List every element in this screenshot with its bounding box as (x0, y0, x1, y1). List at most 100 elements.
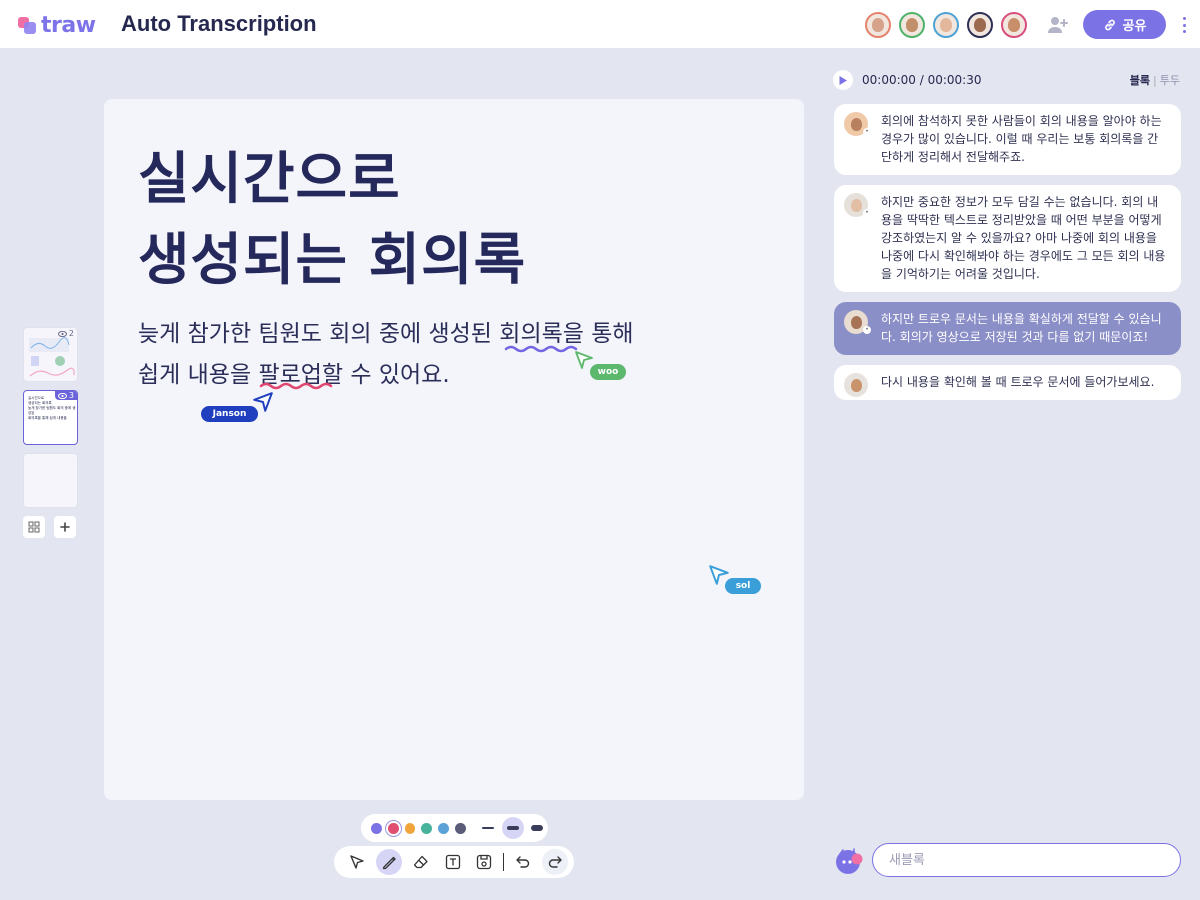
speaker-avatar (844, 373, 868, 397)
avatar-face (850, 315, 862, 329)
participant-avatar[interactable] (967, 12, 993, 38)
share-button[interactable]: 공유 (1083, 10, 1166, 39)
color-swatch-red[interactable] (387, 822, 399, 834)
pen-annotations (259, 345, 578, 390)
purple-squiggle (504, 345, 578, 353)
undo-button[interactable] (510, 849, 536, 875)
plus-icon (60, 522, 70, 532)
undo-icon (516, 856, 530, 868)
eraser-icon (413, 855, 428, 869)
pointer-icon (350, 855, 364, 869)
link-icon (1104, 19, 1115, 30)
stroke-medium-button[interactable] (502, 817, 524, 839)
page-thumbnail-2[interactable]: 실시간으로 생성되는 회의록 늦게 참가한 팀원도 회의 중에 생성된 회의록을… (23, 390, 78, 445)
avatar-face (850, 198, 862, 212)
eye-icon (57, 392, 67, 399)
playback-bar: 00:00:00 / 00:00:30 블록 | 투두 (833, 70, 1180, 90)
thick-stroke-icon (531, 825, 544, 831)
toolbar-divider (503, 853, 505, 871)
play-icon (839, 75, 847, 85)
view-count: 3 (68, 391, 74, 400)
grid-icon (28, 521, 40, 533)
transcript-block[interactable]: • 하지만 중요한 정보가 모두 담길 수는 없습니다. 회의 내용을 딱딱한 텍… (834, 185, 1181, 292)
assistant-bot-icon[interactable] (834, 846, 864, 876)
drawing-toolbar (334, 846, 574, 878)
medium-stroke-icon (506, 826, 519, 830)
stroke-thin-button[interactable] (478, 817, 500, 839)
new-block-input[interactable] (872, 843, 1181, 877)
view-todo-tab[interactable]: 투두 (1160, 74, 1180, 87)
avatar-face (1008, 18, 1020, 32)
new-block-bar (834, 843, 1181, 878)
avatar-face (940, 18, 952, 32)
add-page-button[interactable] (54, 516, 76, 538)
view-toggle: 블록 | 투두 (1129, 74, 1180, 87)
stroke-thick-button[interactable] (527, 817, 549, 839)
transcript-text: 다시 내용을 확인해 볼 때 트로우 문서에 들어가보세요. (881, 375, 1155, 389)
speaker-avatar: • (844, 112, 871, 136)
transcript-text: 하지만 중요한 정보가 모두 담길 수는 없습니다. 회의 내용을 딱딱한 텍스… (881, 195, 1166, 281)
pen-tool-button[interactable] (375, 849, 402, 875)
top-bar: traw Auto Transcription 공유 (0, 0, 1200, 49)
cursor-label-woo: woo (590, 364, 626, 380)
speaker-audio-icon: • (863, 326, 871, 334)
text-icon (445, 854, 460, 870)
color-swatch-teal[interactable] (421, 822, 432, 834)
page-thumbnail-3[interactable] (23, 453, 78, 508)
page-thumbnails: 2 실시간으로 생성되는 회의록 늦게 참가한 팀원도 회의 중에 생성된 회의… (23, 327, 78, 538)
avatar-face (850, 378, 862, 392)
view-block-tab[interactable]: 블록 (1130, 74, 1150, 87)
speaker-avatar: • (844, 310, 871, 334)
view-count-badge: 3 (54, 391, 77, 400)
playback-time: 00:00:00 / 00:00:30 (862, 73, 982, 87)
transcript-block[interactable]: • 회의에 참석하지 못한 사람들이 회의 내용을 알아야 하는 경우가 많이 있… (834, 104, 1181, 175)
avatar-face (974, 18, 986, 32)
speaker-audio-icon: • (863, 128, 871, 136)
app-title: Auto Transcription (121, 11, 317, 36)
transcript-block[interactable]: 다시 내용을 확인해 볼 때 트로우 문서에 들어가보세요. (834, 365, 1181, 400)
transcript-text: 하지만 트로우 문서는 내용을 확실하게 전달할 수 있습니다. 회의가 영상으… (881, 312, 1162, 344)
text-tool-button[interactable] (440, 849, 466, 875)
cursor-label-janson: Janson (201, 406, 258, 422)
avatar-face (850, 117, 862, 131)
thin-stroke-icon (482, 827, 495, 829)
eye-icon (57, 330, 67, 337)
redo-button[interactable] (542, 849, 569, 875)
speaker-avatar: • (844, 193, 871, 217)
redo-icon (548, 856, 562, 868)
play-button[interactable] (833, 70, 853, 90)
traw-logo[interactable]: traw (18, 12, 96, 38)
red-squiggle (259, 382, 333, 390)
save-icon (477, 854, 492, 870)
eraser-tool-button[interactable] (408, 849, 434, 875)
speaker-audio-icon: • (863, 209, 871, 217)
participant-avatars (865, 12, 1035, 38)
color-swatch-purple[interactable] (371, 822, 382, 834)
cursor-label-sol: sol (725, 578, 761, 594)
logo-mark-icon (18, 15, 38, 35)
participant-avatar[interactable] (899, 12, 925, 38)
view-count-badge: 2 (57, 329, 74, 338)
logo-text: traw (41, 12, 96, 38)
participant-avatar[interactable] (933, 12, 959, 38)
grid-view-button[interactable] (23, 516, 45, 538)
view-count: 2 (68, 329, 74, 338)
transcript-text: 회의에 참석하지 못한 사람들이 회의 내용을 알아야 하는 경우가 많이 있습… (881, 114, 1162, 164)
page-thumbnail-1[interactable]: 2 (23, 327, 78, 382)
color-swatch-orange[interactable] (404, 822, 416, 834)
select-tool-button[interactable] (344, 849, 370, 875)
share-label: 공유 (1122, 19, 1147, 34)
color-swatch-gray[interactable] (454, 822, 466, 834)
transcript-list: • 회의에 참석하지 못한 사람들이 회의 내용을 알아야 하는 경우가 많이 있… (834, 104, 1181, 410)
sticker-tool-button[interactable] (471, 849, 497, 875)
pen-options-bar (361, 814, 548, 842)
whiteboard-canvas[interactable]: 실시간으로 생성되는 회의록 늦게 참가한 팀원도 회의 중에 생성된 회의록을… (104, 99, 804, 800)
pen-icon (382, 856, 396, 870)
color-swatch-blue[interactable] (438, 822, 449, 834)
transcript-block[interactable]: • 하지만 트로우 문서는 내용을 확실하게 전달할 수 있습니다. 회의가 영상… (834, 302, 1181, 355)
participant-avatar[interactable] (1001, 12, 1027, 38)
participant-avatar[interactable] (865, 12, 891, 38)
avatar-face (872, 18, 884, 32)
add-user-icon[interactable] (1046, 13, 1070, 37)
more-options-icon[interactable] (1176, 14, 1192, 36)
